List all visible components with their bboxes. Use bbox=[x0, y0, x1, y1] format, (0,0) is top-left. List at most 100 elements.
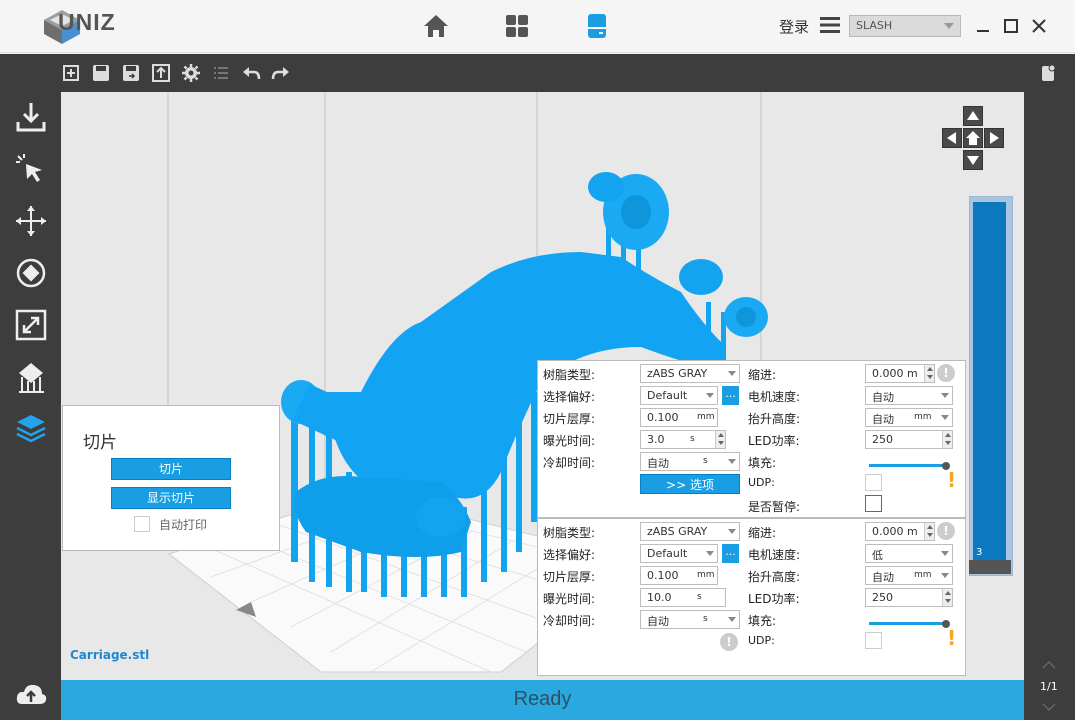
preference-more-button[interactable]: ... bbox=[722, 544, 739, 563]
support-icon[interactable] bbox=[14, 360, 48, 394]
resin-type-select[interactable]: zABS GRAY bbox=[640, 364, 740, 383]
exposure-time-unit: s bbox=[697, 592, 702, 602]
scale-icon[interactable] bbox=[14, 308, 48, 342]
slice-button[interactable]: 切片 bbox=[111, 458, 231, 480]
grid-icon[interactable] bbox=[503, 12, 531, 40]
shrink-stepper[interactable] bbox=[924, 523, 934, 540]
maximize-icon[interactable] bbox=[1003, 18, 1019, 34]
led-power-input[interactable]: 250 bbox=[865, 588, 953, 607]
led-power-stepper[interactable] bbox=[942, 589, 952, 606]
layer-slider[interactable]: 3 bbox=[969, 196, 1013, 576]
motor-speed-label: 电机速度: bbox=[748, 548, 801, 562]
led-power-stepper[interactable] bbox=[942, 431, 952, 448]
cooling-time-select[interactable]: 自动 s bbox=[640, 452, 740, 471]
login-link[interactable]: 登录 bbox=[779, 16, 809, 37]
move-icon[interactable] bbox=[14, 204, 48, 238]
save-icon[interactable] bbox=[91, 63, 111, 83]
led-power-label: LED功率: bbox=[748, 434, 800, 448]
preference-select[interactable]: Default bbox=[640, 386, 718, 405]
layer-slider-handle[interactable] bbox=[969, 560, 1011, 574]
pause-checkbox[interactable] bbox=[865, 495, 882, 512]
import-icon[interactable] bbox=[14, 100, 48, 134]
select-icon[interactable] bbox=[14, 152, 48, 186]
layer-height-input[interactable]: 0.100 mm bbox=[640, 408, 718, 427]
layers-icon[interactable] bbox=[14, 412, 48, 446]
lift-height-label: 抬升高度: bbox=[748, 570, 801, 584]
udp-label: UDP: bbox=[748, 476, 775, 489]
options-button[interactable]: >> 选项 bbox=[640, 474, 740, 494]
auto-print-checkbox[interactable] bbox=[134, 516, 150, 532]
lift-height-value: 自动 bbox=[872, 413, 894, 426]
exposure-time-value: 3.0 bbox=[647, 433, 665, 446]
pan-left-icon[interactable] bbox=[942, 128, 962, 148]
settings-icon[interactable] bbox=[181, 63, 201, 83]
rotate-icon[interactable] bbox=[14, 256, 48, 290]
cooling-info-icon[interactable]: ! bbox=[720, 633, 738, 651]
preference-select[interactable]: Default bbox=[640, 544, 718, 563]
layer-height-label: 切片层厚: bbox=[543, 570, 596, 584]
pan-up-icon[interactable] bbox=[963, 106, 983, 126]
support-panel-icon[interactable] bbox=[1038, 63, 1058, 83]
save-as-icon[interactable] bbox=[121, 63, 141, 83]
udp-checkbox[interactable] bbox=[865, 474, 882, 491]
exposure-time-input[interactable]: 10.0 s bbox=[640, 588, 726, 607]
layer-height-input[interactable]: 0.100 mm bbox=[640, 566, 718, 585]
left-sidebar bbox=[0, 92, 61, 720]
redo-icon[interactable] bbox=[271, 63, 291, 83]
show-slice-button[interactable]: 显示切片 bbox=[111, 487, 231, 509]
shrink-info-icon[interactable]: ! bbox=[937, 364, 955, 382]
exposure-time-unit: s bbox=[690, 434, 695, 444]
title-bar: UNIZ 登录 SLASH bbox=[0, 0, 1075, 53]
upload-icon[interactable] bbox=[14, 678, 48, 712]
lift-height-select[interactable]: 自动 mm bbox=[865, 408, 953, 427]
fill-label: 填充: bbox=[748, 456, 777, 470]
printer-model-value: SLASH bbox=[856, 19, 893, 32]
led-power-input[interactable]: 250 bbox=[865, 430, 953, 449]
udp-warning-icon: ! bbox=[947, 626, 957, 650]
menu-icon[interactable] bbox=[820, 16, 840, 34]
shrink-input[interactable]: 0.000 m bbox=[865, 522, 935, 541]
lift-height-value: 自动 bbox=[872, 571, 894, 584]
shrink-input[interactable]: 0.000 m bbox=[865, 364, 935, 383]
shrink-stepper[interactable] bbox=[924, 365, 934, 382]
printer-model-select[interactable]: SLASH bbox=[849, 15, 961, 37]
fill-slider[interactable] bbox=[869, 464, 947, 467]
lift-height-unit: mm bbox=[914, 412, 932, 422]
layer-height-value: 0.100 bbox=[647, 569, 679, 582]
chevron-up-icon[interactable] bbox=[1042, 660, 1056, 670]
cooling-time-value: 自动 bbox=[647, 457, 669, 470]
chevron-down-icon bbox=[728, 529, 736, 534]
motor-speed-select[interactable]: 低 bbox=[865, 544, 953, 563]
exposure-stepper[interactable] bbox=[715, 431, 725, 448]
preference-more-button[interactable]: ... bbox=[722, 386, 739, 405]
model-filename: Carriage.stl bbox=[70, 648, 150, 662]
chevron-down-icon bbox=[728, 371, 736, 376]
motor-speed-select[interactable]: 自动 bbox=[865, 386, 953, 405]
list-icon[interactable] bbox=[211, 63, 231, 83]
udp-checkbox[interactable] bbox=[865, 632, 882, 649]
home-icon[interactable] bbox=[422, 12, 450, 40]
exposure-time-input[interactable]: 3.0 s bbox=[640, 430, 726, 449]
printer-icon[interactable] bbox=[583, 12, 611, 40]
minimize-icon[interactable] bbox=[975, 18, 991, 34]
chevron-down-icon bbox=[941, 573, 949, 578]
shrink-value: 0.000 m bbox=[872, 525, 918, 538]
resin-type-select[interactable]: zABS GRAY bbox=[640, 522, 740, 541]
preference-value: Default bbox=[647, 547, 688, 560]
lift-height-select[interactable]: 自动 mm bbox=[865, 566, 953, 585]
undo-icon[interactable] bbox=[241, 63, 261, 83]
cooling-time-unit: s bbox=[703, 614, 708, 624]
shrink-info-icon[interactable]: ! bbox=[937, 522, 955, 540]
pan-right-icon[interactable] bbox=[984, 128, 1004, 148]
close-icon[interactable] bbox=[1031, 18, 1047, 34]
fill-slider[interactable] bbox=[869, 622, 947, 625]
export-icon[interactable] bbox=[151, 63, 171, 83]
home-view-icon[interactable] bbox=[963, 128, 983, 148]
add-model-icon[interactable] bbox=[61, 63, 81, 83]
cooling-time-select[interactable]: 自动 s bbox=[640, 610, 740, 629]
pan-down-icon[interactable] bbox=[963, 150, 983, 170]
lift-height-label: 抬升高度: bbox=[748, 412, 801, 426]
preference-label: 选择偏好: bbox=[543, 390, 596, 404]
right-sidebar bbox=[1024, 92, 1075, 720]
chevron-down-icon[interactable] bbox=[1042, 702, 1056, 712]
